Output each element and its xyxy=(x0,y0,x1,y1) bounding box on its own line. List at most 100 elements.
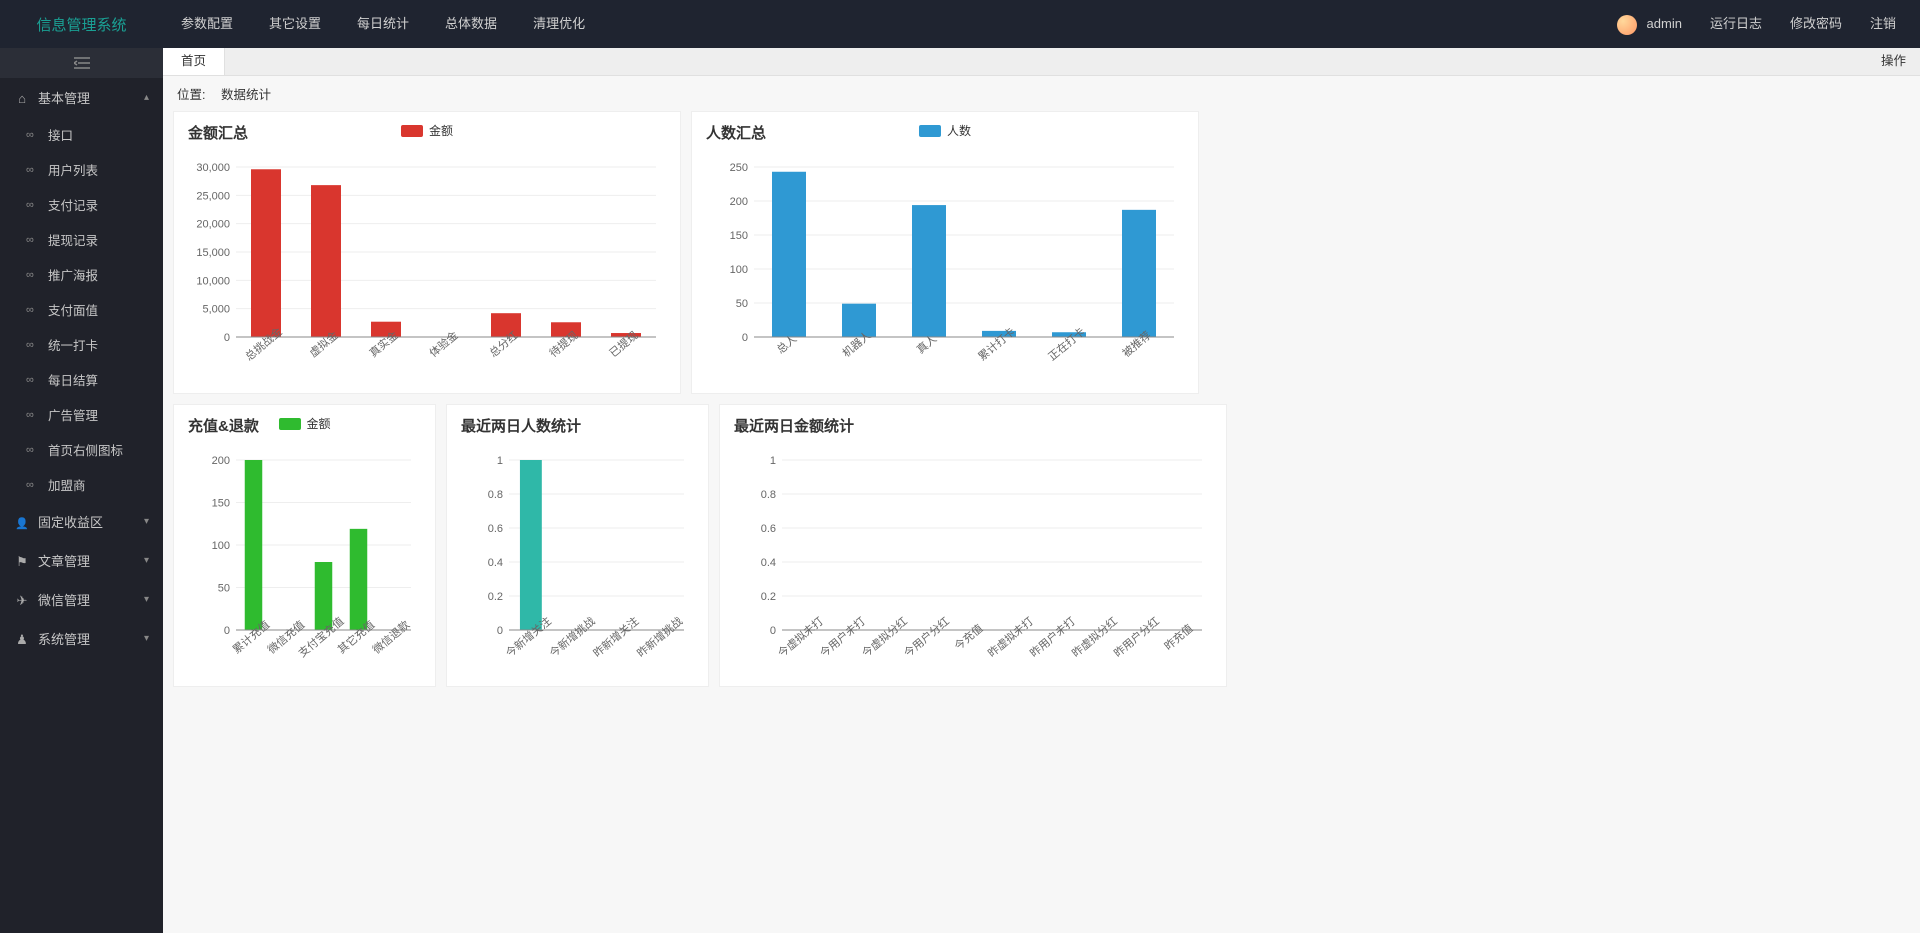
topnav-item-0[interactable]: 参数配置 xyxy=(163,0,251,48)
sidebar-item-0-7[interactable]: ∞每日结算 xyxy=(0,362,163,397)
svg-text:昨充值: 昨充值 xyxy=(1161,621,1195,653)
svg-text:体验金: 体验金 xyxy=(426,328,460,360)
chart-recharge_refund-svg: 050100150200累计充值微信充值支付宝充值其它充值微信退款 xyxy=(188,442,423,672)
chart-amount_total-svg: 05,00010,00015,00020,00025,00030,000总挑战金… xyxy=(188,149,668,379)
chevron-down-icon: ▾ xyxy=(144,594,149,605)
top-right: admin 运行日志修改密码注销 xyxy=(1603,0,1910,48)
bar-4 xyxy=(491,313,521,337)
svg-text:0.4: 0.4 xyxy=(488,557,503,569)
svg-text:0.2: 0.2 xyxy=(488,591,503,603)
avatar-icon xyxy=(1617,15,1637,35)
svg-text:0.6: 0.6 xyxy=(761,523,776,535)
legend-label: 金额 xyxy=(429,122,453,139)
sidebar-item-0-2[interactable]: ∞支付记录 xyxy=(0,187,163,222)
svg-text:微信退款: 微信退款 xyxy=(370,617,413,656)
sidebar-collapse-button[interactable] xyxy=(0,48,163,78)
svg-text:200: 200 xyxy=(730,196,748,208)
sidebar-group-3[interactable]: 微信管理▾ xyxy=(0,580,163,619)
svg-text:今充值: 今充值 xyxy=(951,621,985,653)
link-icon: ∞ xyxy=(26,409,42,421)
chart-title: 最近两日金额统计 xyxy=(734,415,1212,436)
chart-card-people_total: 人数汇总 人数 050100150200250总人机器人真人累计打卡正在打卡被推… xyxy=(691,111,1199,394)
link-icon: ∞ xyxy=(26,234,42,246)
svg-text:10,000: 10,000 xyxy=(196,275,230,287)
sidebar-group-2[interactable]: 文章管理▾ xyxy=(0,541,163,580)
breadcrumb-value: 数据统计 xyxy=(221,88,271,102)
svg-text:1: 1 xyxy=(770,455,776,467)
sidebar-item-0-10[interactable]: ∞加盟商 xyxy=(0,467,163,502)
topnav-item-3[interactable]: 总体数据 xyxy=(427,0,515,48)
sidebar-group-1[interactable]: 固定收益区▾ xyxy=(0,502,163,541)
chart-card-recent_amount: 最近两日金额统计 00.20.40.60.81今虚拟未打今用户未打今虚拟分红今用… xyxy=(719,404,1227,687)
link-icon: ∞ xyxy=(26,269,42,281)
bar-1 xyxy=(842,304,876,337)
bar-0 xyxy=(245,460,263,630)
collapse-icon xyxy=(74,57,90,69)
svg-text:1: 1 xyxy=(497,455,503,467)
main: 首页 操作 位置: 数据统计 金额汇总 金额 05,00010,00015,00… xyxy=(163,48,1920,933)
sidebar-item-0-5[interactable]: ∞支付面值 xyxy=(0,292,163,327)
sidebar-item-0-1[interactable]: ∞用户列表 xyxy=(0,152,163,187)
topright-link-1[interactable]: 修改密码 xyxy=(1776,16,1856,31)
svg-text:0.8: 0.8 xyxy=(488,489,503,501)
topnav-item-1[interactable]: 其它设置 xyxy=(251,0,339,48)
svg-text:0.8: 0.8 xyxy=(761,489,776,501)
breadcrumb-label: 位置: xyxy=(177,88,205,102)
link-icon: ∞ xyxy=(26,479,42,491)
svg-text:200: 200 xyxy=(212,455,230,467)
user-menu[interactable]: admin xyxy=(1603,0,1696,48)
chart-card-recent_people: 最近两日人数统计 00.20.40.60.81今新增关注今新增挑战昨新增关注昨新… xyxy=(446,404,709,687)
charts-area: 金额汇总 金额 05,00010,00015,00020,00025,00030… xyxy=(163,111,1920,687)
svg-text:今用户分红: 今用户分红 xyxy=(901,614,952,660)
svg-text:今新增挑战: 今新增挑战 xyxy=(546,614,597,660)
svg-text:累计打卡: 累计打卡 xyxy=(975,324,1018,363)
legend: 金额 xyxy=(401,122,453,139)
svg-text:昨虚拟未打: 昨虚拟未打 xyxy=(985,614,1036,660)
sidebar-group-4[interactable]: 系统管理▾ xyxy=(0,619,163,658)
person-icon xyxy=(14,632,30,648)
sidebar-item-0-8[interactable]: ∞广告管理 xyxy=(0,397,163,432)
header: 信息管理系统 参数配置其它设置每日统计总体数据清理优化 admin 运行日志修改… xyxy=(0,0,1920,48)
svg-text:150: 150 xyxy=(212,498,230,510)
chart-recent_people-svg: 00.20.40.60.81今新增关注今新增挑战昨新增关注昨新增挑战 xyxy=(461,442,696,672)
svg-text:100: 100 xyxy=(212,540,230,552)
sidebar: 基本管理▴∞接口∞用户列表∞支付记录∞提现记录∞推广海报∞支付面值∞统一打卡∞每… xyxy=(0,48,163,933)
topnav-item-2[interactable]: 每日统计 xyxy=(339,0,427,48)
svg-text:150: 150 xyxy=(730,230,748,242)
topright-link-2[interactable]: 注销 xyxy=(1856,16,1910,31)
svg-text:昨虚拟分红: 昨虚拟分红 xyxy=(1069,614,1120,660)
bar-0 xyxy=(520,460,542,630)
link-icon: ∞ xyxy=(26,339,42,351)
tab-action-menu[interactable]: 操作 xyxy=(225,48,1920,75)
sidebar-group-0[interactable]: 基本管理▴ xyxy=(0,78,163,117)
bar-0 xyxy=(772,172,806,337)
svg-text:20,000: 20,000 xyxy=(196,219,230,231)
send-icon xyxy=(14,593,30,609)
svg-text:15,000: 15,000 xyxy=(196,247,230,259)
svg-text:0: 0 xyxy=(497,625,503,637)
sidebar-item-0-4[interactable]: ∞推广海报 xyxy=(0,257,163,292)
chart-recent_amount-svg: 00.20.40.60.81今虚拟未打今用户未打今虚拟分红今用户分红今充值昨虚拟… xyxy=(734,442,1214,672)
link-icon: ∞ xyxy=(26,444,42,456)
sidebar-item-0-3[interactable]: ∞提现记录 xyxy=(0,222,163,257)
user-icon xyxy=(14,517,30,530)
sidebar-item-0-0[interactable]: ∞接口 xyxy=(0,117,163,152)
svg-text:今用户未打: 今用户未打 xyxy=(817,614,868,660)
svg-text:100: 100 xyxy=(730,264,748,276)
svg-text:昨新增挑战: 昨新增挑战 xyxy=(634,614,685,660)
chevron-down-icon: ▾ xyxy=(144,516,149,527)
sidebar-item-0-6[interactable]: ∞统一打卡 xyxy=(0,327,163,362)
tab-home[interactable]: 首页 xyxy=(163,48,225,75)
legend-swatch xyxy=(401,125,423,137)
topnav-item-4[interactable]: 清理优化 xyxy=(515,0,603,48)
bar-2 xyxy=(315,562,333,630)
link-icon: ∞ xyxy=(26,304,42,316)
svg-text:5,000: 5,000 xyxy=(202,304,230,316)
legend-label: 人数 xyxy=(947,122,971,139)
link-icon: ∞ xyxy=(26,164,42,176)
sidebar-item-0-9[interactable]: ∞首页右侧图标 xyxy=(0,432,163,467)
chart-card-amount_total: 金额汇总 金额 05,00010,00015,00020,00025,00030… xyxy=(173,111,681,394)
logo: 信息管理系统 xyxy=(0,14,163,35)
svg-text:0.2: 0.2 xyxy=(761,591,776,603)
topright-link-0[interactable]: 运行日志 xyxy=(1696,16,1776,31)
